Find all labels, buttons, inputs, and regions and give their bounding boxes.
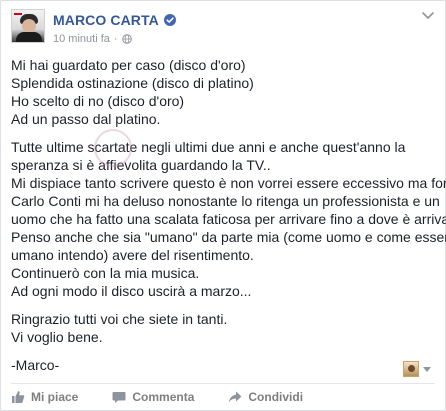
chevron-down-icon[interactable] <box>423 367 431 372</box>
verified-badge-icon <box>163 14 176 26</box>
speech-bubble-icon <box>112 392 126 403</box>
post-line: speranza si è affievolita guardando la T… <box>11 157 271 173</box>
post-line: Mi hai guardato per caso (disco d'oro) <box>11 57 246 73</box>
post-paragraph: Mi hai guardato per caso (disco d'oro) S… <box>11 56 437 128</box>
post-line: Ho scelto di no (disco d'oro) <box>11 93 185 109</box>
meta-separator: · <box>113 33 118 45</box>
post-line: Ad un passo dal platino. <box>11 111 161 127</box>
author-avatar[interactable] <box>11 9 45 43</box>
share-arrow-icon <box>229 391 242 403</box>
post-paragraph: Ringrazio tutti voi che siete in tanti. … <box>11 310 437 346</box>
comment-button[interactable]: Commenta <box>112 390 194 404</box>
timestamp-link[interactable]: 10 minuti fa <box>53 33 110 45</box>
avatar-detail <box>16 32 42 42</box>
post-header: MARCO CARTA 10 minuti fa · <box>11 9 437 49</box>
avatar-detail <box>408 365 415 372</box>
chevron-down-icon[interactable] <box>421 11 435 21</box>
post-line: Splendida ostinazione (disco di platino) <box>11 75 254 91</box>
thumbs-up-icon <box>12 391 25 403</box>
divider <box>11 383 435 384</box>
like-button[interactable]: Mi piace <box>11 390 78 404</box>
post-line: umano intendo) avere del risentimento. <box>11 247 254 263</box>
comment-label: Commenta <box>132 390 195 404</box>
post-line: Penso anche che sia "umano" da parte mia… <box>11 229 446 245</box>
post-line: Ringrazio tutti voi che siete in tanti. <box>11 311 228 327</box>
post-line: Ad ogni modo il disco uscirà a marzo... <box>11 283 252 299</box>
share-label: Condividi <box>248 390 304 404</box>
comment-as-row <box>1 359 445 379</box>
post-line: Mi dispiace tanto scrivere questo è non … <box>11 175 446 191</box>
post-paragraph: Tutte ultime scartate negli ultimi due a… <box>11 138 446 300</box>
author-name-link[interactable]: MARCO CARTA <box>53 12 159 28</box>
post-actions: Mi piace Commenta Condividi <box>11 385 435 409</box>
post-line: Vi voglio bene. <box>11 329 103 345</box>
like-label: Mi piace <box>31 390 79 404</box>
post-body: Mi hai guardato per caso (disco d'oro) S… <box>11 56 446 384</box>
share-button[interactable]: Condividi <box>228 390 303 404</box>
viewer-avatar[interactable] <box>403 361 419 377</box>
globe-icon[interactable] <box>121 34 132 44</box>
post-card: MARCO CARTA 10 minuti fa · Mi hai guarda… <box>0 0 446 411</box>
avatar-detail <box>22 19 36 33</box>
post-line: Tutte ultime scartate negli ultimi due a… <box>11 139 406 155</box>
post-line: Continuerò con la mia musica. <box>11 265 200 281</box>
post-line: Carlo Conti mi ha deluso nonostante lo r… <box>11 193 440 209</box>
author-row: MARCO CARTA <box>53 11 176 29</box>
post-meta: 10 minuti fa · <box>53 32 132 46</box>
post-line: uomo che ha fatto una scalata faticosa p… <box>11 211 446 227</box>
avatar-detail <box>14 13 22 15</box>
